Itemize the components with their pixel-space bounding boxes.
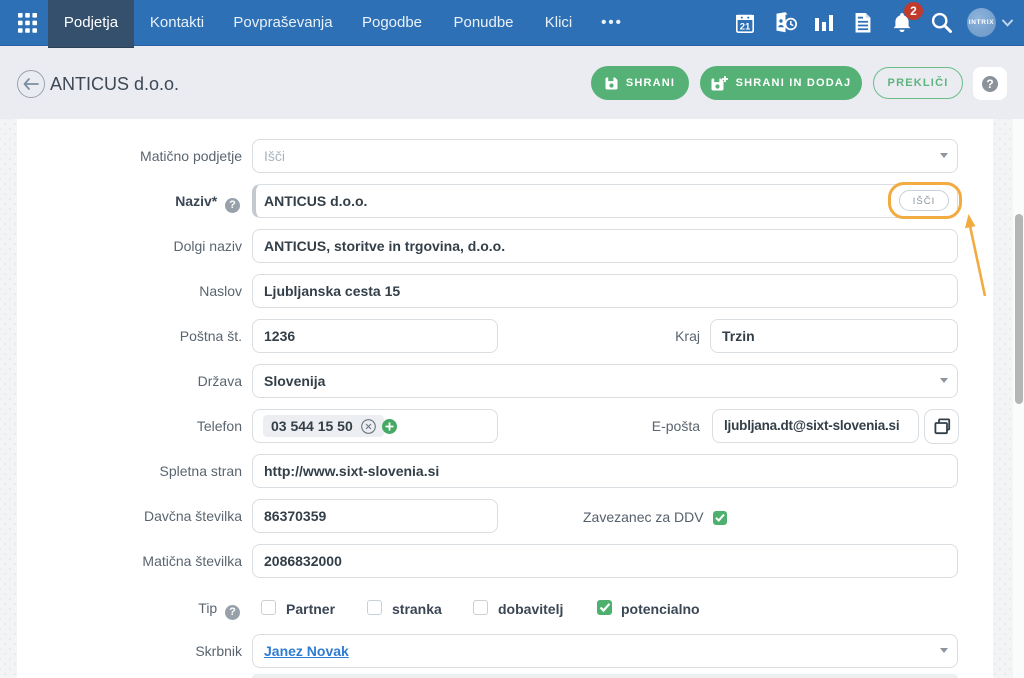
svg-text:21: 21	[740, 21, 751, 32]
